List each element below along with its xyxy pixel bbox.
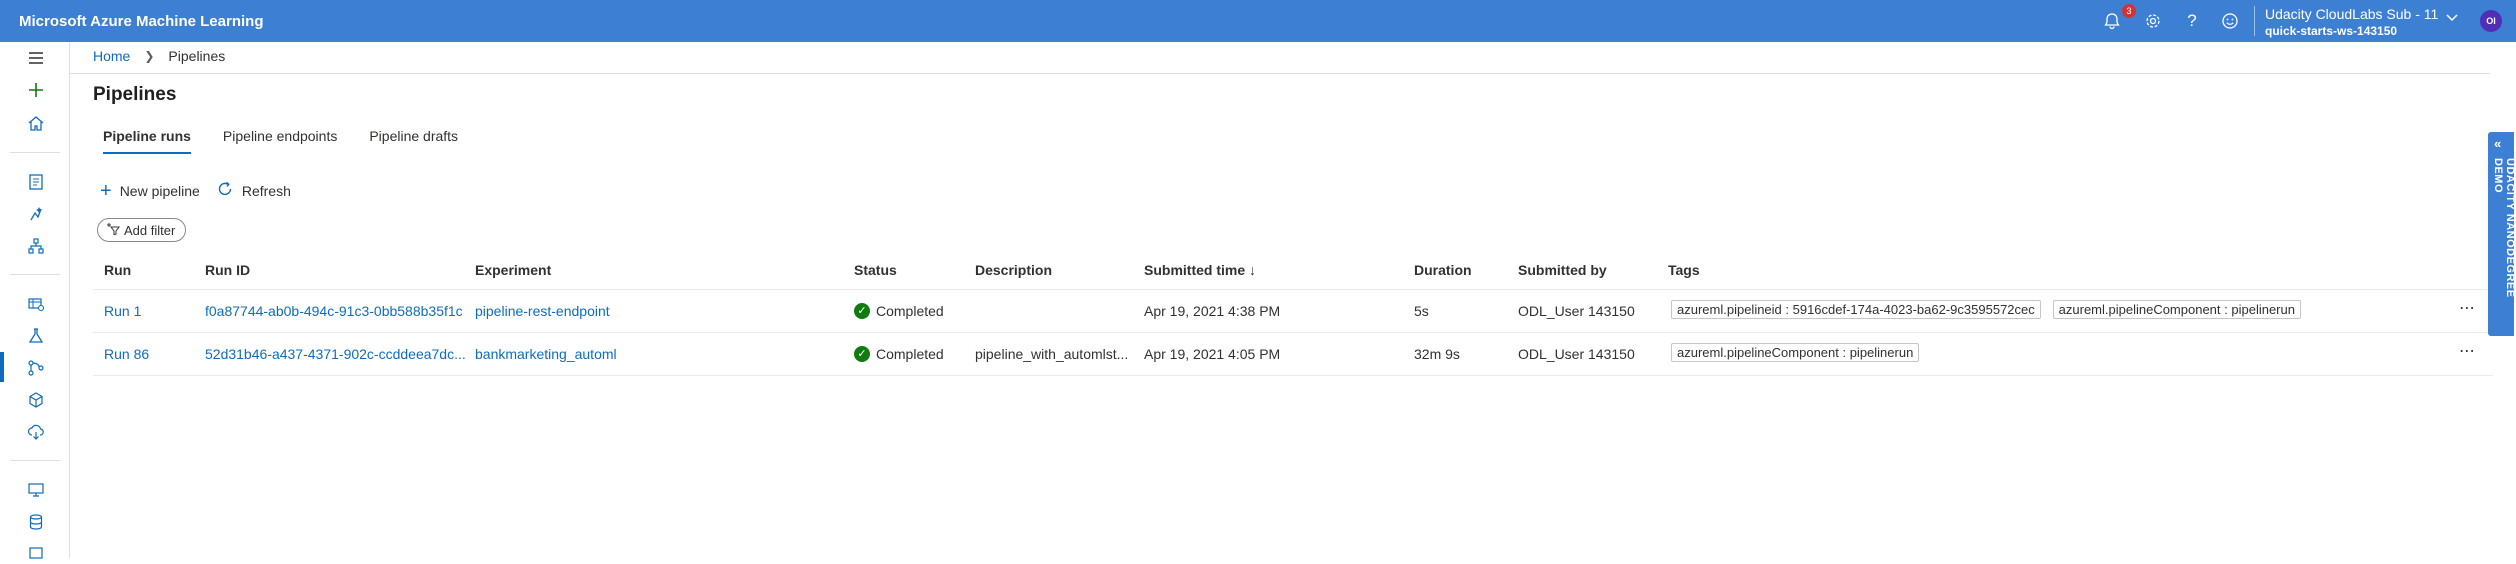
tag-badge: azureml.pipelineid : 5916cdef-174a-4023-… (1671, 300, 2041, 319)
more-options-icon[interactable]: ⋯ (2459, 341, 2476, 361)
breadcrumb: Home ❯ Pipelines (93, 48, 225, 64)
datasets-icon[interactable] (24, 292, 48, 316)
experiment-link[interactable]: pipeline-rest-endpoint (475, 303, 610, 319)
submitted-time-cell: Apr 19, 2021 4:38 PM (1144, 303, 1281, 319)
tags-cell: azureml.pipelineComponent : pipelinerun (1671, 343, 1927, 362)
breadcrumb-home[interactable]: Home (93, 48, 130, 64)
experiment-link[interactable]: bankmarketing_automl (475, 346, 617, 362)
column-header-status[interactable]: Status (854, 262, 897, 278)
duration-cell: 5s (1414, 303, 1429, 319)
table-row[interactable]: Run 86 52d31b46-a437-4371-902c-ccddeea7d… (93, 333, 2493, 376)
models-icon[interactable] (24, 388, 48, 412)
endpoints-icon[interactable] (24, 420, 48, 444)
new-pipeline-button[interactable]: + New pipeline (100, 181, 200, 201)
page-title: Pipelines (93, 84, 177, 105)
tag-badge: azureml.pipelineComponent : pipelinerun (2052, 300, 2301, 319)
plus-icon: + (100, 180, 112, 202)
hamburger-menu-icon[interactable] (24, 46, 48, 70)
notification-badge: 3 (2122, 4, 2136, 18)
nav-active-indicator (0, 352, 4, 382)
tab-pipeline-drafts[interactable]: Pipeline drafts (369, 128, 458, 154)
run-link[interactable]: Run 1 (104, 303, 141, 319)
run-id-link[interactable]: f0a87744-ab0b-494c-91c3-0bb588b35f1c (205, 303, 463, 319)
tab-pipeline-runs[interactable]: Pipeline runs (103, 128, 191, 154)
column-header-submitted-time[interactable]: Submitted time ↓ (1144, 262, 1256, 278)
status-cell: ✓ Completed (854, 346, 944, 362)
help-icon[interactable]: ? (2180, 9, 2204, 33)
pipeline-runs-table: Run Run ID Experiment Status Description… (93, 252, 2493, 376)
breadcrumb-divider (70, 73, 2490, 74)
feedback-smiley-icon[interactable] (2218, 9, 2242, 33)
left-nav (0, 42, 70, 559)
status-text: Completed (876, 303, 944, 319)
run-id-link[interactable]: 52d31b46-a437-4371-902c-ccddeea7dc... (205, 346, 466, 362)
datastores-icon[interactable] (24, 510, 48, 534)
pipelines-icon[interactable] (24, 356, 48, 380)
column-header-experiment[interactable]: Experiment (475, 262, 551, 278)
chevron-down-icon[interactable] (2445, 10, 2459, 28)
home-icon[interactable] (24, 111, 48, 135)
account-divider (2254, 6, 2255, 36)
app-title[interactable]: Microsoft Azure Machine Learning (19, 13, 263, 30)
refresh-icon (216, 180, 234, 202)
table-row[interactable]: Run 1 f0a87744-ab0b-494c-91c3-0bb588b35f… (93, 290, 2493, 333)
status-text: Completed (876, 346, 944, 362)
add-filter-label: Add filter (124, 222, 176, 238)
nav-divider (10, 152, 60, 153)
column-header-tags[interactable]: Tags (1668, 262, 1700, 278)
check-circle-icon: ✓ (854, 346, 870, 362)
refresh-label: Refresh (241, 183, 291, 199)
nav-divider (10, 460, 60, 461)
submitted-by-cell: ODL_User 143150 (1518, 303, 1635, 319)
tag-badge: azureml.pipelineComponent : pipelinerun (1671, 343, 1920, 362)
tab-pipeline-endpoints[interactable]: Pipeline endpoints (223, 128, 337, 154)
chevron-right-icon: ❯ (144, 49, 155, 63)
column-header-duration[interactable]: Duration (1414, 262, 1472, 278)
gear-icon[interactable] (2141, 9, 2165, 33)
add-filter-button[interactable]: Add filter (97, 218, 187, 242)
top-bar: Microsoft Azure Machine Learning 3 ? Uda… (0, 0, 2516, 42)
column-header-submitted-by[interactable]: Submitted by (1518, 262, 1607, 278)
bell-icon[interactable] (2100, 9, 2124, 33)
filter-icon (106, 222, 120, 238)
run-link[interactable]: Run 86 (104, 346, 149, 362)
workspace-name[interactable]: quick-starts-ws-143150 (2265, 24, 2397, 38)
tab-bar: Pipeline runs Pipeline endpoints Pipelin… (103, 128, 490, 154)
column-header-run[interactable]: Run (104, 262, 131, 278)
check-circle-icon: ✓ (854, 303, 870, 319)
table-header: Run Run ID Experiment Status Description… (93, 252, 2493, 290)
avatar[interactable]: OI (2480, 10, 2502, 32)
duration-cell: 32m 9s (1414, 346, 1460, 362)
data-labeling-icon[interactable] (24, 540, 48, 564)
nav-divider (10, 274, 60, 275)
new-pipeline-label: New pipeline (119, 183, 200, 199)
description-cell: pipeline_with_automlst... (975, 346, 1129, 362)
compute-icon[interactable] (24, 478, 48, 502)
submitted-by-cell: ODL_User 143150 (1518, 346, 1635, 362)
double-chevron-left-icon: « (2494, 136, 2502, 151)
more-options-icon[interactable]: ⋯ (2459, 298, 2476, 318)
account-name[interactable]: Udacity CloudLabs Sub - 11 (2265, 6, 2438, 22)
submitted-time-cell: Apr 19, 2021 4:05 PM (1144, 346, 1281, 362)
experiments-icon[interactable] (24, 324, 48, 348)
plus-icon[interactable] (24, 78, 48, 102)
refresh-button[interactable]: Refresh (216, 180, 291, 202)
column-header-run-id[interactable]: Run ID (205, 262, 250, 278)
notebook-icon[interactable] (24, 170, 48, 194)
column-header-description[interactable]: Description (975, 262, 1052, 278)
tags-cell: azureml.pipelineid : 5916cdef-174a-4023-… (1671, 300, 2309, 319)
breadcrumb-current: Pipelines (168, 48, 226, 64)
status-cell: ✓ Completed (854, 303, 944, 319)
designer-icon[interactable] (24, 234, 48, 258)
side-panel-label: UDACITY NANODEGREE DEMO (2492, 158, 2516, 298)
udacity-side-panel[interactable]: « UDACITY NANODEGREE DEMO (2488, 132, 2516, 336)
command-bar: + New pipeline Refresh (100, 180, 307, 202)
automl-icon[interactable] (24, 202, 48, 226)
